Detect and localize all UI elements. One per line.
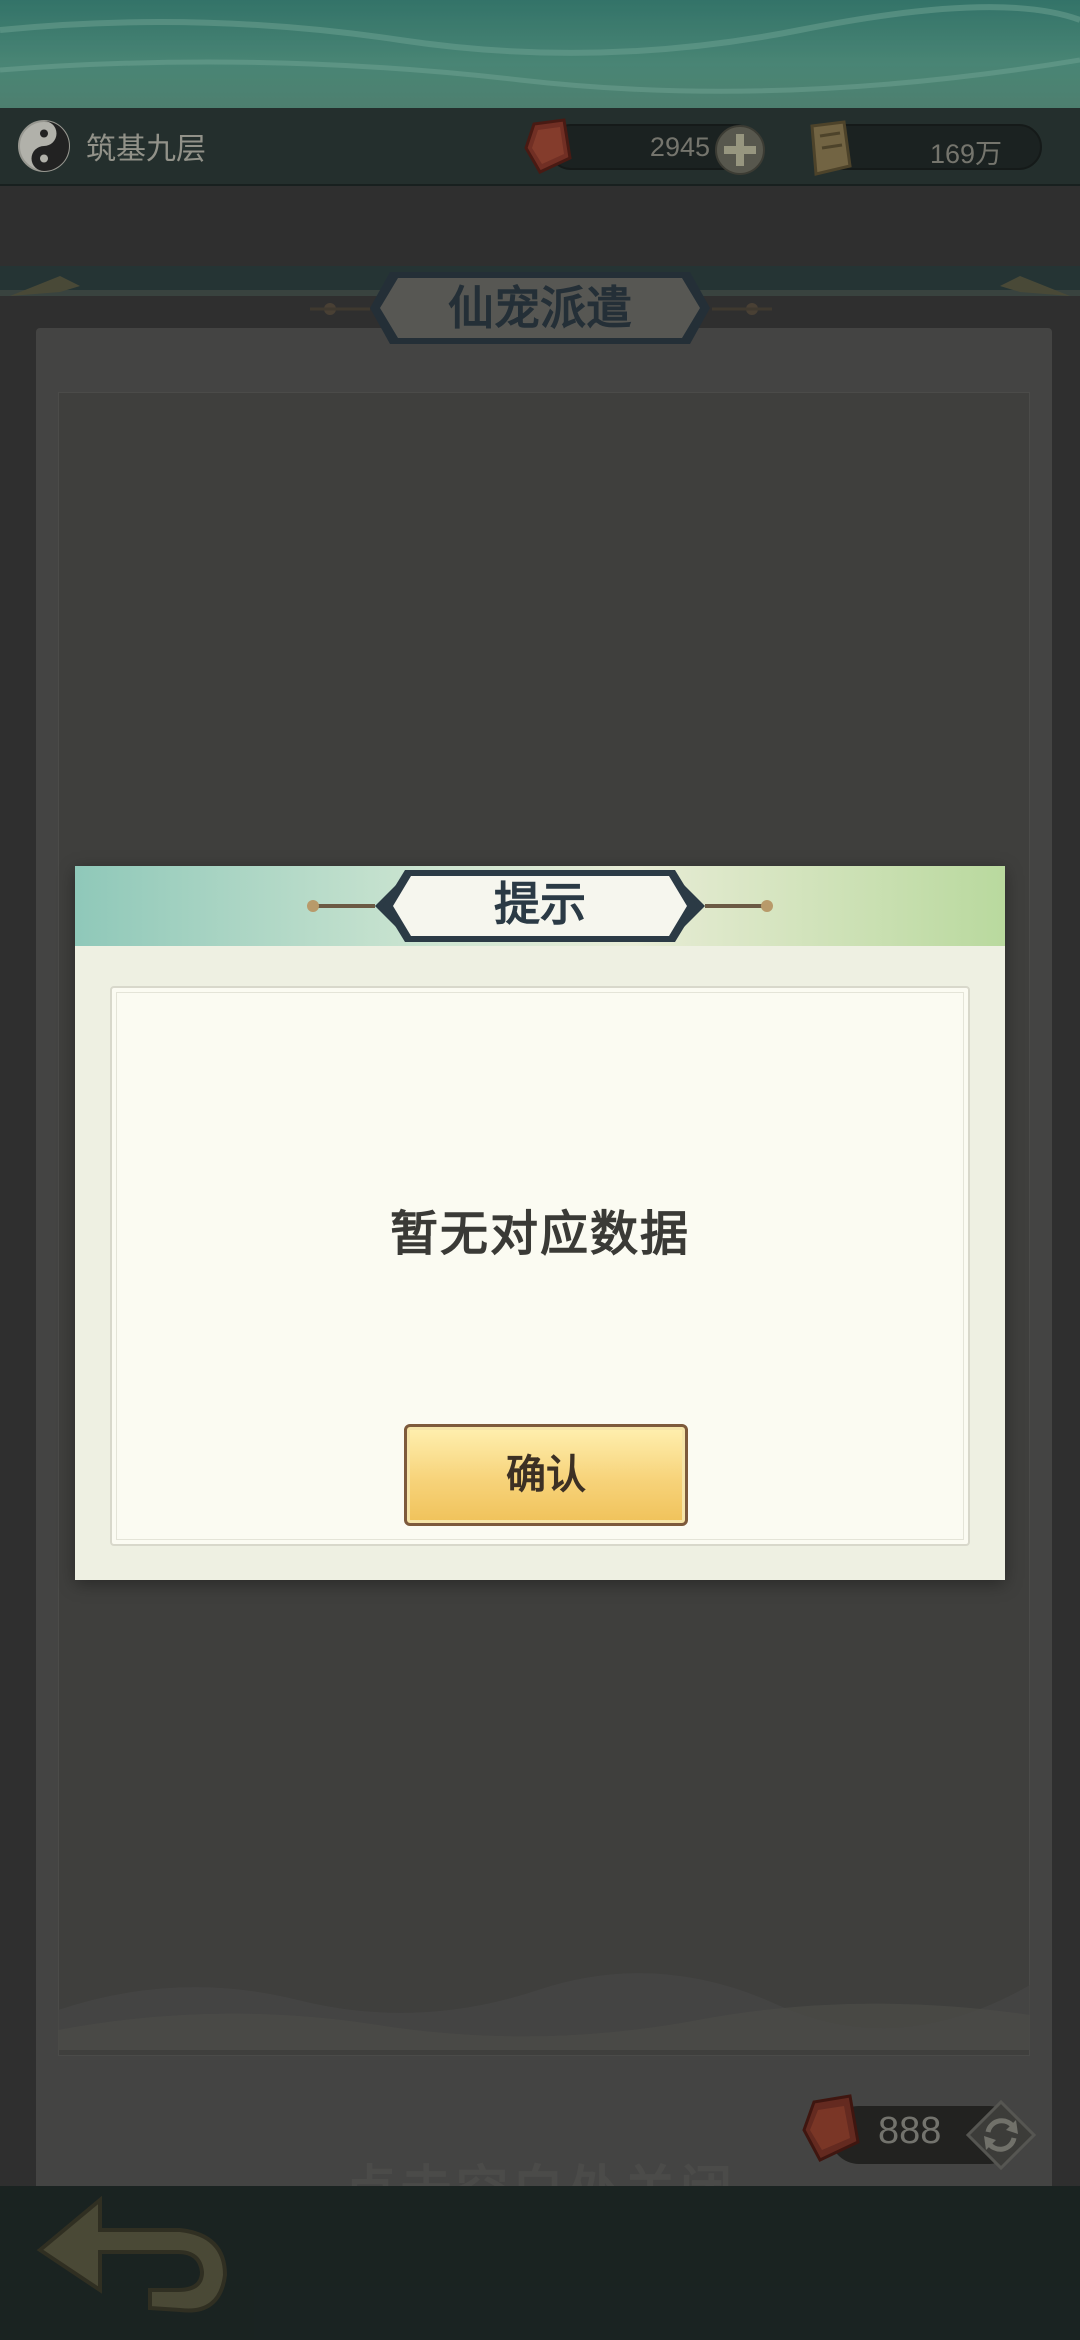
confirm-button[interactable]: 确认 [404,1424,688,1526]
dialog-title: 提示 [494,877,586,931]
confirm-button-label: 确认 [506,1452,586,1498]
dialog-message: 暂无对应数据 [389,1206,690,1262]
